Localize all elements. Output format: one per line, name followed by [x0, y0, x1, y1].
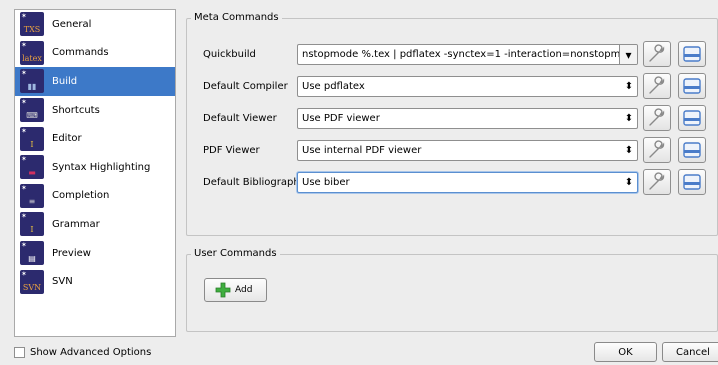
sidebar-item-label: SVN [52, 276, 73, 288]
grammar-cursor-icon: ✶ I [20, 212, 44, 237]
settings-category-list[interactable]: ✶ TXS General ✶ latex Commands ✶ ▮▮ Build ✶ ⌨ Short… [14, 9, 176, 337]
sidebar-item-commands[interactable]: ✶ latex Commands [15, 39, 175, 68]
gui-config-button[interactable] [678, 73, 706, 99]
sidebar-item-shortcuts[interactable]: ✶ ⌨ Shortcuts [15, 96, 175, 125]
configure-wrench-button[interactable] [643, 137, 671, 163]
sidebar-item-label: Grammar [52, 218, 100, 230]
completion-list-icon: ✶ ≡ [20, 183, 44, 208]
text-cursor-icon: ✶ I [20, 126, 44, 151]
cancel-button-label: Cancel [676, 346, 710, 358]
meta-command-select[interactable]: Use internal PDF viewer ⬍ [297, 140, 638, 161]
window-config-icon [683, 174, 701, 190]
ok-button[interactable]: OK [594, 342, 657, 362]
sidebar-item-syntax-highlighting[interactable]: ✶ ▬ Syntax Highlighting [15, 153, 175, 182]
chevron-down-icon[interactable]: ▾ [619, 45, 637, 64]
wrench-icon [649, 140, 665, 158]
sidebar-item-general[interactable]: ✶ TXS General [15, 10, 175, 39]
meta-command-select[interactable]: Use biber ⬍ [297, 172, 638, 193]
up-down-arrows-icon[interactable]: ⬍ [621, 77, 637, 96]
svn-icon: ✶ SVN [20, 269, 44, 294]
window-config-icon [683, 142, 701, 158]
ok-button-label: OK [618, 346, 633, 358]
wrench-icon [649, 76, 665, 94]
show-advanced-checkbox[interactable] [14, 347, 25, 358]
gui-config-button[interactable] [678, 169, 706, 195]
sidebar-item-label: General [52, 18, 92, 30]
txs-icon: ✶ TXS [20, 12, 44, 37]
meta-command-select[interactable]: Use PDF viewer ⬍ [297, 108, 638, 129]
sidebar-item-completion[interactable]: ✶ ≡ Completion [15, 182, 175, 211]
latex-commands-icon: ✶ latex [20, 40, 44, 65]
sidebar-item-label: Shortcuts [52, 104, 100, 116]
wrench-icon [649, 172, 665, 190]
gui-config-button[interactable] [678, 41, 706, 67]
keyboard-icon: ✶ ⌨ [20, 98, 44, 123]
window-config-icon [683, 110, 701, 126]
meta-row-label: Default Viewer [203, 113, 277, 124]
add-button-label: Add [235, 285, 253, 295]
gui-config-button[interactable] [678, 137, 706, 163]
combo-value: Use pdflatex [302, 80, 365, 92]
up-down-arrows-icon[interactable]: ⬍ [621, 141, 637, 160]
highlight-icon: ✶ ▬ [20, 155, 44, 180]
meta-commands-title: Meta Commands [191, 12, 282, 24]
sidebar-item-grammar[interactable]: ✶ I Grammar [15, 210, 175, 239]
window-config-icon [683, 78, 701, 94]
window-config-icon [683, 46, 701, 62]
meta-row-label: Quickbuild [203, 49, 256, 60]
meta-row-label: PDF Viewer [203, 145, 260, 156]
sidebar-item-preview[interactable]: ✶ ▤ Preview [15, 239, 175, 268]
combo-value: Use biber [302, 176, 350, 188]
sidebar-item-label: Syntax Highlighting [52, 161, 151, 173]
sidebar-item-label: Completion [52, 190, 110, 202]
sidebar-item-svn[interactable]: ✶ SVN SVN [15, 267, 175, 296]
wrench-icon [649, 44, 665, 62]
up-down-arrows-icon[interactable]: ⬍ [621, 109, 637, 128]
build-icon: ✶ ▮▮ [20, 69, 44, 94]
plus-icon [215, 282, 231, 298]
user-commands-title: User Commands [191, 248, 280, 260]
combo-value: Use PDF viewer [302, 112, 380, 124]
gui-config-button[interactable] [678, 105, 706, 131]
meta-row-label: Default Compiler [203, 81, 288, 92]
sidebar-item-build[interactable]: ✶ ▮▮ Build [15, 67, 175, 96]
sidebar-item-label: Editor [52, 133, 82, 145]
configure-wrench-button[interactable] [643, 169, 671, 195]
quickbuild-command-combobox[interactable]: nstopmode %.tex | pdflatex -synctex=1 -i… [297, 44, 638, 65]
configure-wrench-button[interactable] [643, 105, 671, 131]
preview-document-icon: ✶ ▤ [20, 241, 44, 266]
combo-value: nstopmode %.tex | pdflatex -synctex=1 -i… [302, 48, 619, 60]
wrench-icon [649, 108, 665, 126]
combo-value: Use internal PDF viewer [302, 144, 422, 156]
up-down-arrows-icon[interactable]: ⬍ [621, 173, 637, 192]
cancel-button[interactable]: Cancel [662, 342, 718, 362]
meta-row-label: Default Bibliography [203, 177, 306, 188]
sidebar-item-editor[interactable]: ✶ I Editor [15, 124, 175, 153]
sidebar-item-label: Commands [52, 47, 109, 59]
configure-wrench-button[interactable] [643, 73, 671, 99]
show-advanced-label: Show Advanced Options [30, 347, 152, 358]
sidebar-item-label: Build [52, 75, 78, 87]
sidebar-item-label: Preview [52, 247, 91, 259]
meta-command-select[interactable]: Use pdflatex ⬍ [297, 76, 638, 97]
add-command-button[interactable]: Add [204, 278, 267, 302]
configure-wrench-button[interactable] [643, 41, 671, 67]
